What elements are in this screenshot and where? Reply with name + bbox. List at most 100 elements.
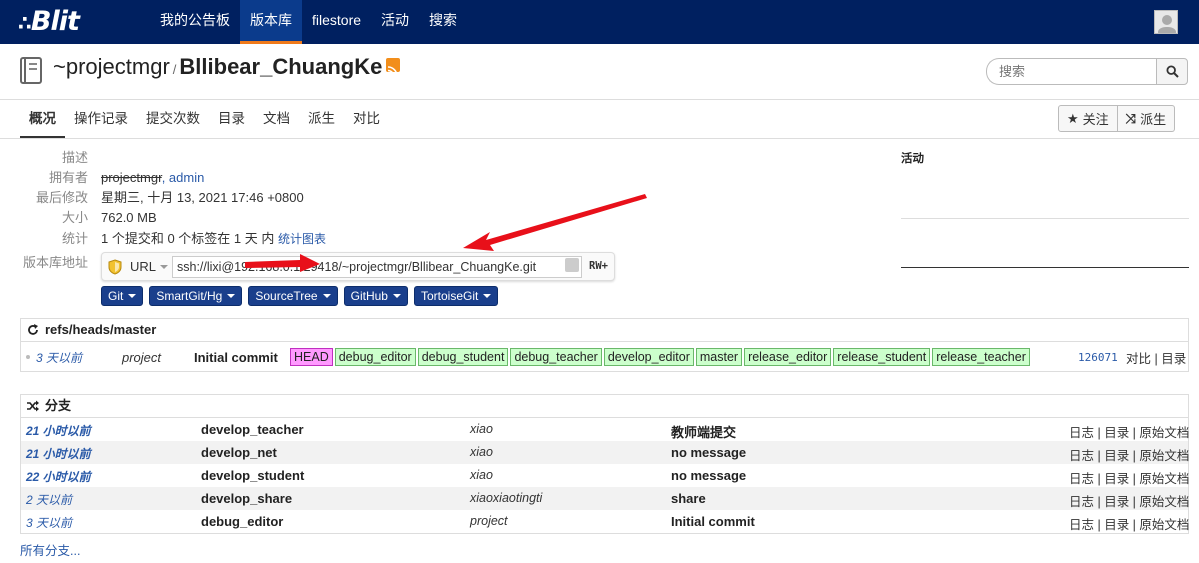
branch-date: 2 天以前 [26, 493, 73, 507]
ref-badges: HEAD debug_editor debug_student debug_te… [290, 348, 1030, 366]
branch-author[interactable]: xiao [470, 468, 493, 482]
last-modified-value: 星期三, 十月 13, 2021 17:46 +0800 [101, 190, 304, 205]
fork-icon: ⤨ [1125, 110, 1137, 126]
table-row: 22 小时以前 develop_student xiao no message … [21, 464, 1189, 487]
ref-panel-title[interactable]: refs/heads/master [45, 319, 156, 341]
sourcetree-button[interactable]: SourceTree [248, 286, 338, 306]
ref-badge[interactable]: release_student [833, 348, 931, 366]
ref-badge[interactable]: develop_editor [603, 348, 694, 366]
shuffle-icon [27, 400, 39, 412]
tab-docs[interactable]: 文档 [254, 100, 299, 138]
repo-subnav: 概况 操作记录 提交次数 目录 文档 派生 对比 ★ 关注 ⤨ 派生 [0, 99, 1199, 139]
branch-links[interactable]: 日志 | 目录 | 原始文档 [1069, 514, 1189, 533]
branch-links[interactable]: 日志 | 目录 | 原始文档 [1069, 491, 1189, 510]
all-branches-link[interactable]: 所有分支... [20, 540, 80, 559]
table-row: 2 天以前 develop_share xiaoxiaotingti share… [21, 487, 1189, 510]
nav-repositories[interactable]: 版本库 [240, 0, 302, 44]
branch-links[interactable]: 日志 | 目录 | 原始文档 [1069, 445, 1189, 464]
search-button[interactable] [1156, 58, 1188, 85]
branch-date: 21 小时以前 [26, 424, 91, 438]
commit-author[interactable]: project [122, 350, 161, 365]
nav-filestore[interactable]: filestore [302, 0, 371, 44]
caret-down-icon [322, 294, 331, 298]
search-icon [1165, 65, 1179, 78]
ref-badge[interactable]: debug_teacher [510, 348, 602, 366]
page-title: ~projectmgr / Bllibear_ChuangKe [53, 54, 401, 80]
github-button[interactable]: GitHub [343, 286, 408, 306]
tab-forks[interactable]: 派生 [299, 100, 344, 138]
size-label: 大小 [61, 210, 88, 225]
caret-down-icon [128, 294, 137, 298]
owner-admin-link[interactable]: , admin [162, 170, 205, 185]
branches-title: 分支 [45, 398, 72, 413]
chevron-down-icon[interactable] [160, 265, 168, 269]
branch-name-link[interactable]: develop_share [201, 491, 292, 506]
stats-chart-link[interactable]: 统计图表 [278, 232, 326, 246]
activity-divider [901, 218, 1189, 219]
branch-links[interactable]: 日志 | 目录 | 原始文档 [1069, 468, 1189, 487]
tab-commits[interactable]: 提交次数 [137, 100, 209, 138]
commit-dot-icon [26, 355, 30, 359]
last-modified-label: 最后修改 [35, 190, 88, 205]
branch-message-link[interactable]: no message [671, 468, 746, 483]
nav-dashboard[interactable]: 我的公告板 [150, 0, 240, 44]
rss-icon[interactable] [386, 58, 401, 77]
repo-actions: ★ 关注 ⤨ 派生 [1058, 105, 1176, 132]
watch-button[interactable]: ★ 关注 [1058, 105, 1118, 132]
branch-links[interactable]: 日志 | 目录 | 原始文档 [1069, 422, 1189, 441]
shield-icon [108, 259, 122, 275]
url-permission-badge: RW+ [589, 260, 608, 272]
ref-badge[interactable]: debug_editor [334, 348, 416, 366]
branch-author[interactable]: xiao [470, 445, 493, 459]
branch-author[interactable]: xiao [470, 422, 493, 436]
url-label: 版本库地址 [22, 255, 88, 270]
ref-badge[interactable]: debug_student [417, 348, 509, 366]
tortoisegit-button[interactable]: TortoiseGit [413, 286, 499, 306]
branch-name-link[interactable]: develop_student [201, 468, 304, 483]
tab-reflog[interactable]: 操作记录 [65, 100, 137, 138]
tab-summary[interactable]: 概况 [20, 100, 65, 138]
commit-id-link[interactable]: 126071 [1078, 351, 1118, 364]
tab-compare[interactable]: 对比 [344, 100, 389, 138]
branch-message-link[interactable]: share [671, 491, 706, 506]
branch-message-link[interactable]: Initial commit [671, 514, 755, 529]
branch-author[interactable]: project [470, 514, 508, 528]
owners-value: projectmgr, admin [101, 168, 204, 188]
branch-date: 3 天以前 [26, 516, 73, 530]
client-tool-buttons: Git SmartGit/Hg SourceTree GitHub Tortoi… [101, 286, 499, 306]
repo-name-link[interactable]: Bllibear_ChuangKe [179, 54, 382, 79]
commit-message[interactable]: Initial commit [194, 350, 278, 365]
nav-activity[interactable]: 活动 [371, 0, 419, 44]
user-avatar[interactable] [1154, 10, 1178, 34]
stats-label: 统计 [61, 231, 88, 246]
search-input[interactable] [986, 58, 1156, 85]
smartgit-button[interactable]: SmartGit/Hg [149, 286, 243, 306]
tab-tree[interactable]: 目录 [209, 100, 254, 138]
branch-name-link[interactable]: develop_teacher [201, 422, 304, 437]
ref-badge[interactable]: release_teacher [932, 348, 1030, 366]
ref-panel: refs/heads/master 3 天以前 project Initial … [20, 318, 1189, 372]
size-value: 762.0 MB [101, 210, 157, 225]
commit-links[interactable]: 对比 | 目录 [1126, 348, 1186, 367]
copy-icon[interactable] [565, 258, 579, 272]
branch-name-link[interactable]: develop_net [201, 445, 277, 460]
url-protocol-select[interactable]: URL [130, 259, 156, 274]
fork-button[interactable]: ⤨ 派生 [1117, 105, 1176, 132]
branch-message-link[interactable]: 教师端提交 [671, 422, 736, 441]
branch-author[interactable]: xiaoxiaotingti [470, 491, 542, 505]
repository-icon [20, 57, 42, 84]
table-row: 21 小时以前 develop_net xiao no message 日志 |… [21, 441, 1189, 464]
ref-badge[interactable]: release_editor [744, 348, 832, 366]
git-button[interactable]: Git [101, 286, 144, 306]
top-navbar: ∴Blit 我的公告板 版本库 filestore 活动 搜索 [0, 0, 1199, 44]
caret-down-icon [483, 294, 492, 298]
branch-message-link[interactable]: no message [671, 445, 746, 460]
ref-badge-head[interactable]: HEAD [290, 348, 333, 366]
repo-owner-link[interactable]: ~projectmgr [53, 54, 170, 79]
ref-badge[interactable]: master [695, 348, 743, 366]
nav-search[interactable]: 搜索 [419, 0, 467, 44]
search-box [986, 58, 1188, 85]
repository-url-field[interactable]: ssh://lixi@192.168.0.1:29418/~projectmgr… [172, 256, 582, 278]
branch-name-link[interactable]: debug_editor [201, 514, 283, 529]
brand-logo[interactable]: ∴Blit [18, 6, 80, 37]
